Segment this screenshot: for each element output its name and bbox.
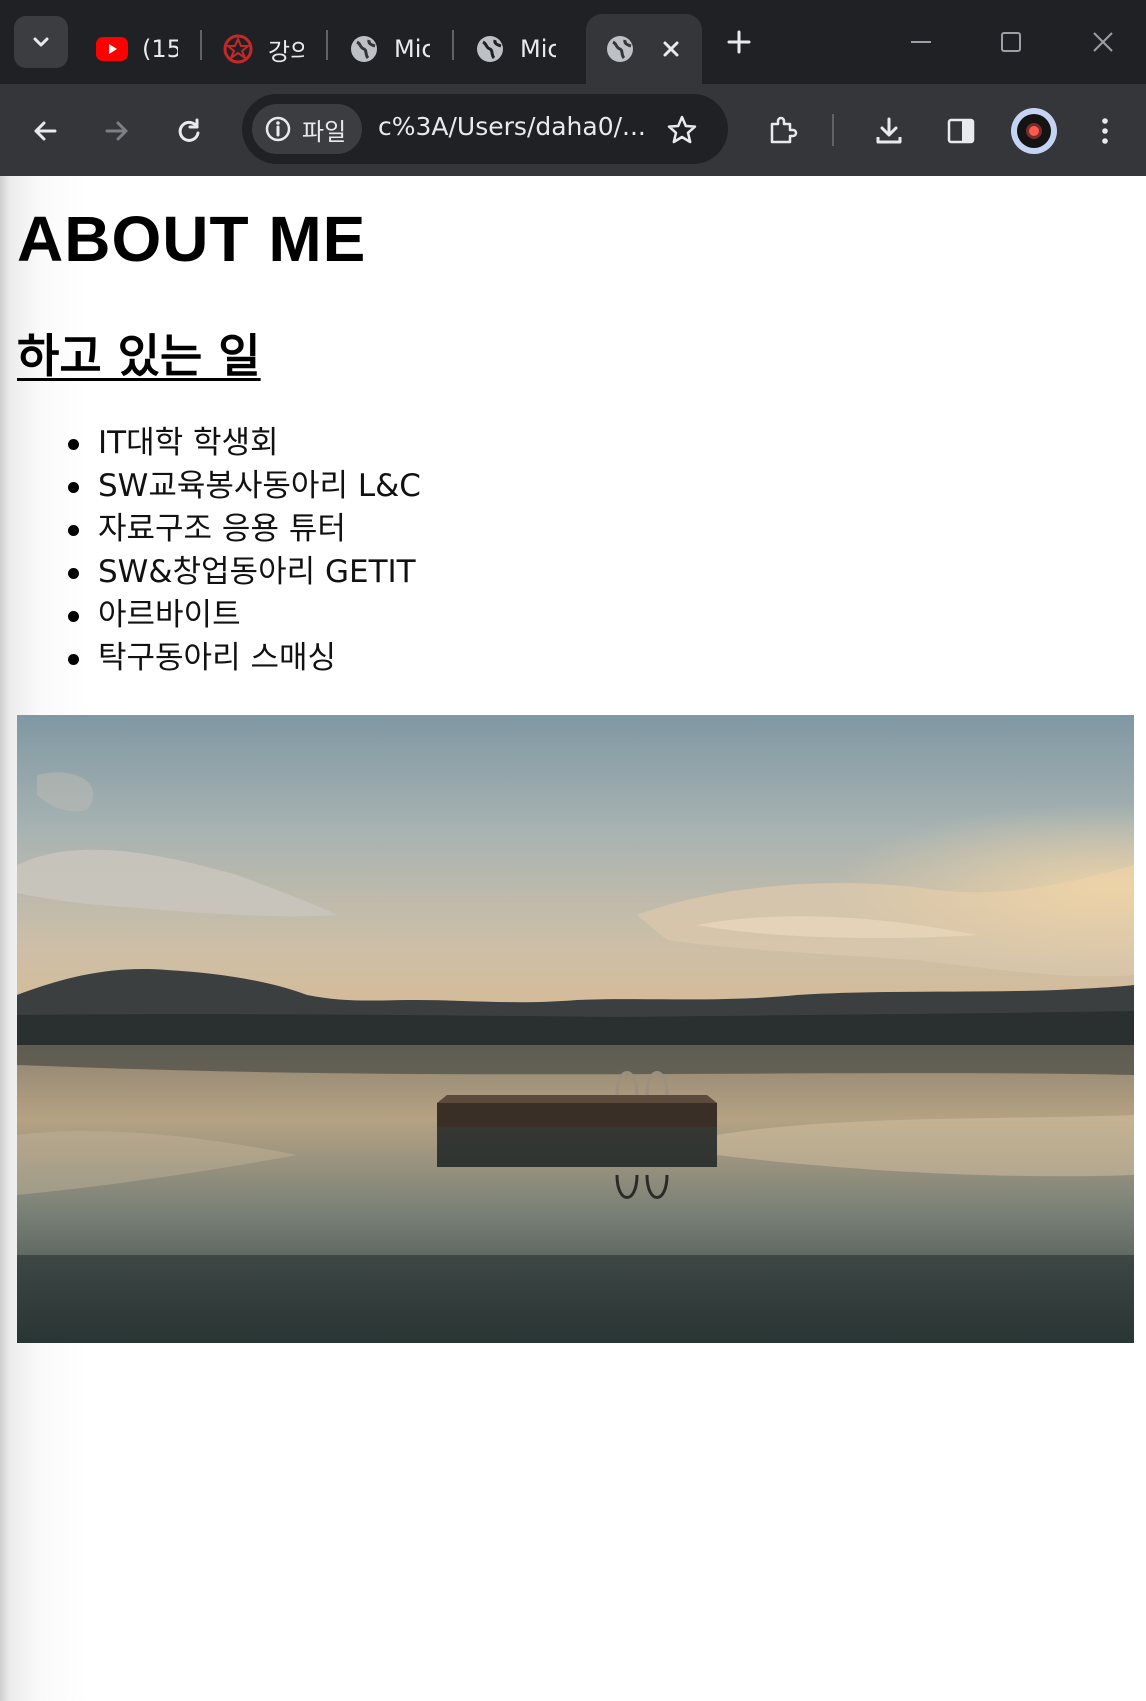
tab-title: 강의: [268, 37, 304, 66]
download-icon: [876, 117, 902, 144]
globe-icon: [474, 33, 506, 65]
maximize-icon: [1001, 32, 1021, 52]
reload-button[interactable]: [166, 108, 212, 154]
toolbar: 파일 c%3A/Users/daha0/...: [0, 84, 1146, 176]
tab-title: Mic: [520, 35, 556, 63]
list-item: IT대학 학생회: [68, 422, 421, 465]
maximize-button[interactable]: [986, 20, 1036, 64]
plus-icon: [727, 30, 751, 54]
tab-mic-2[interactable]: Mic: [456, 14, 578, 84]
tab-title: Mic: [394, 35, 430, 63]
puzzle-piece-icon: [770, 116, 798, 144]
lake-dock-sunset-photo: [17, 715, 1134, 1343]
side-panel-button[interactable]: [938, 108, 984, 154]
back-button[interactable]: [22, 108, 68, 154]
bookmark-star-icon[interactable]: [662, 110, 702, 150]
side-panel-icon: [947, 118, 975, 144]
tab-lecture[interactable]: 강의: [204, 14, 326, 84]
list-item: 탁구동아리 스매싱: [68, 637, 421, 680]
page-title: ABOUT ME: [17, 203, 367, 275]
forward-button[interactable]: [94, 108, 140, 154]
site-chip-label: 파일: [302, 117, 347, 146]
minimize-button[interactable]: [896, 20, 946, 64]
tab-active[interactable]: [586, 14, 702, 84]
tab-divider: [200, 30, 202, 60]
menu-button[interactable]: [1082, 108, 1128, 154]
reload-icon: [178, 118, 200, 142]
close-icon: [1093, 32, 1113, 52]
tab-divider: [452, 30, 454, 60]
extensions-button[interactable]: [760, 108, 806, 154]
tab-youtube[interactable]: (15: [78, 14, 200, 84]
activity-list: IT대학 학생회 SW교육봉사동아리 L&C 자료구조 응용 튜터 SW&창업동…: [68, 422, 421, 680]
toolbar-divider: [832, 114, 834, 146]
page-content: ABOUT ME 하고 있는 일 IT대학 학생회 SW교육봉사동아리 L&C …: [0, 176, 1146, 1701]
browser-chrome: (15 강의 Mic Mic 파일 c%3A/Users/daha0/...: [0, 0, 1146, 176]
tab-search-button[interactable]: [14, 16, 68, 68]
university-emblem-icon: [222, 33, 254, 65]
globe-icon: [348, 33, 380, 65]
list-item: SW교육봉사동아리 L&C: [68, 465, 421, 508]
youtube-icon: [96, 33, 128, 65]
close-tab-icon[interactable]: [656, 34, 686, 64]
tab-mic-1[interactable]: Mic: [330, 14, 452, 84]
arrow-right-icon: [105, 121, 128, 141]
site-info-chip[interactable]: 파일: [252, 104, 362, 154]
new-tab-button[interactable]: [719, 22, 759, 62]
globe-icon: [604, 33, 636, 65]
profile-avatar[interactable]: [1011, 108, 1057, 154]
info-icon: [262, 113, 294, 145]
list-item: 자료구조 응용 튜터: [68, 508, 421, 551]
close-window-button[interactable]: [1078, 20, 1128, 64]
avatar-image: [1017, 114, 1051, 148]
downloads-button[interactable]: [866, 108, 912, 154]
tab-title: (15: [142, 35, 178, 63]
chevron-down-icon: [33, 37, 49, 47]
section-heading: 하고 있는 일: [17, 329, 261, 383]
list-item: 아르바이트: [68, 594, 421, 637]
minimize-icon: [911, 41, 931, 43]
arrow-left-icon: [34, 121, 57, 141]
tab-divider: [326, 30, 328, 60]
tab-strip: (15 강의 Mic Mic: [0, 0, 1146, 84]
address-bar[interactable]: 파일 c%3A/Users/daha0/...: [242, 94, 728, 164]
list-item: SW&창업동아리 GETIT: [68, 551, 421, 594]
url-text[interactable]: c%3A/Users/daha0/...: [378, 112, 660, 141]
more-vertical-icon: [1102, 118, 1108, 144]
